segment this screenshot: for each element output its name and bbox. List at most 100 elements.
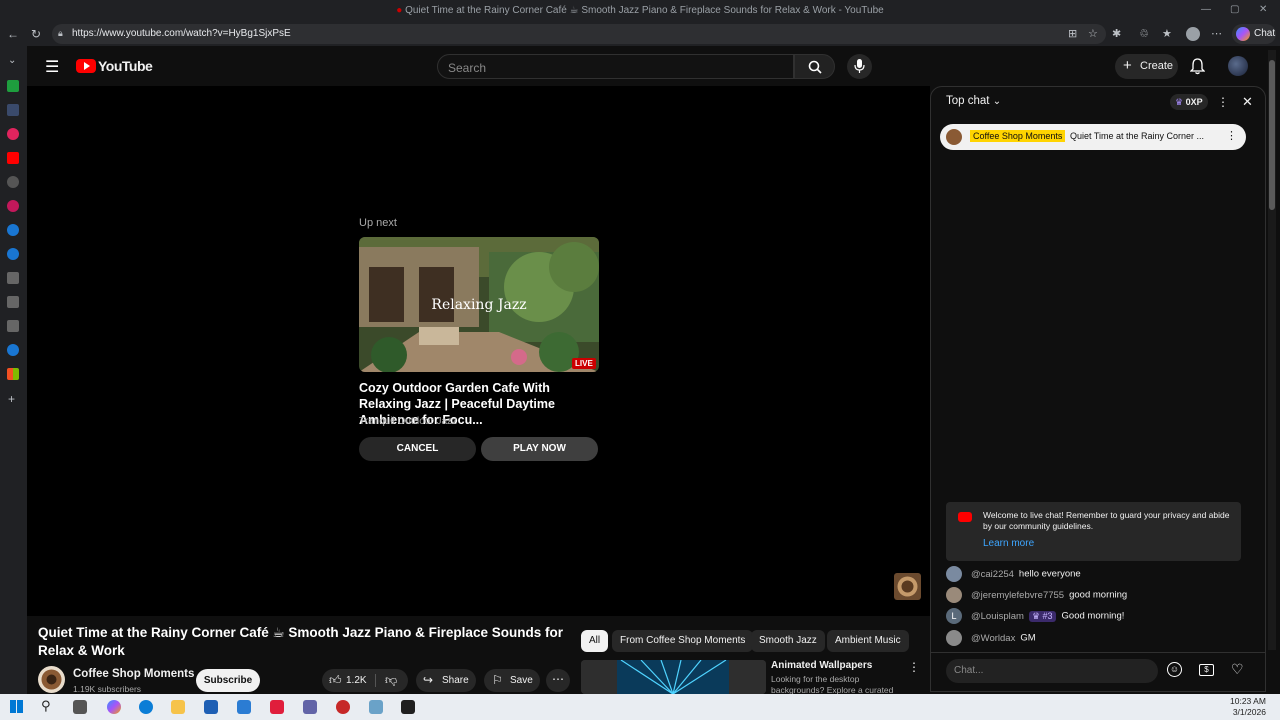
chat-more-icon[interactable]: ⋮ — [1217, 95, 1229, 109]
sidebar-app-icon[interactable] — [7, 104, 19, 116]
subscribe-button[interactable]: Subscribe — [196, 669, 260, 692]
copilot-chat-button[interactable]: Chat — [1232, 24, 1276, 44]
taskbar-app-icon[interactable] — [369, 700, 383, 714]
profile-avatar[interactable] — [1186, 27, 1200, 41]
sidebar-app-icon[interactable] — [7, 296, 19, 308]
chip-ambient-music[interactable]: Ambient Music — [827, 630, 909, 652]
maximize-icon[interactable]: ▢ — [1230, 4, 1239, 15]
subscriber-count: 1.19K subscribers — [73, 684, 142, 694]
user-avatar[interactable] — [1228, 56, 1248, 76]
windows-start-icon[interactable] — [10, 700, 23, 713]
refresh-icon[interactable]: ↻ — [31, 27, 41, 41]
chip-from-channel[interactable]: From Coffee Shop Moments — [612, 630, 754, 652]
chat-avatar — [946, 566, 962, 582]
scrollbar-thumb[interactable] — [1269, 60, 1275, 210]
super-chat-icon[interactable]: $ — [1199, 664, 1214, 676]
add-sidebar-app-icon[interactable]: + — [8, 392, 15, 406]
taskbar-app-icon[interactable] — [303, 700, 317, 714]
sidebar-app-icon[interactable] — [7, 80, 19, 92]
sidebar-app-icon[interactable] — [7, 200, 19, 212]
close-chat-icon[interactable]: ✕ — [1242, 94, 1253, 110]
search-button[interactable] — [794, 54, 835, 79]
close-window-icon[interactable]: ✕ — [1259, 4, 1267, 15]
favorites-icon[interactable]: ★ — [1162, 27, 1172, 40]
copilot-icon — [1236, 27, 1250, 41]
task-view-icon[interactable] — [73, 700, 87, 714]
more-vertical-icon[interactable]: ⋮ — [908, 660, 920, 674]
sidebar-app-icon[interactable] — [7, 128, 19, 140]
recommendation-thumbnail[interactable] — [581, 660, 766, 694]
sidebar-office-icon[interactable] — [7, 368, 19, 380]
edge-icon[interactable] — [139, 700, 153, 714]
pinned-more-icon[interactable]: ⋮ — [1226, 129, 1237, 142]
share-button[interactable]: ↪ Share — [416, 669, 476, 692]
sidebar-settings-icon[interactable] — [7, 176, 19, 188]
more-menu-icon[interactable]: ⋯ — [1211, 27, 1222, 40]
file-explorer-icon[interactable] — [171, 700, 185, 714]
emoji-icon[interactable]: ☺ — [1167, 662, 1182, 677]
crown-icon: ♛ — [1175, 97, 1184, 107]
chevron-down-icon[interactable]: ⌄ — [8, 55, 16, 66]
like-button[interactable]: 👍︎ 1.2K — [322, 669, 374, 692]
chat-button-label: Chat — [1254, 28, 1276, 39]
sidebar-app-icon[interactable] — [7, 224, 19, 236]
copilot-taskbar-icon[interactable] — [107, 700, 121, 714]
taskbar-app-icon[interactable] — [401, 700, 415, 714]
heart-icon[interactable]: ♡ — [1231, 661, 1244, 678]
up-next-thumbnail[interactable]: Relaxing Jazz — [359, 237, 599, 372]
youtube-play-icon — [76, 59, 96, 73]
chat-input[interactable]: Chat... — [946, 659, 1158, 683]
back-arrow-icon[interactable]: ← — [7, 27, 19, 41]
channel-avatar[interactable] — [38, 666, 65, 693]
sidebar-app-icon[interactable] — [7, 320, 19, 332]
app-available-icon[interactable]: ⊞ — [1068, 27, 1077, 40]
sidebar-app-icon[interactable] — [7, 272, 19, 284]
more-horizontal-icon: ⋯ — [552, 672, 564, 686]
outlook-icon[interactable] — [237, 700, 251, 714]
up-next-channel[interactable]: Tranquil Outdoor Jazz — [359, 416, 457, 427]
sidebar-app-icon[interactable] — [7, 344, 19, 356]
favorite-star-icon[interactable]: ☆ — [1088, 27, 1098, 40]
learn-more-link[interactable]: Learn more — [983, 538, 1034, 549]
minimize-icon[interactable]: — — [1201, 4, 1211, 15]
chat-message[interactable]: @cai2254 hello everyone — [946, 566, 1081, 582]
pinned-message[interactable]: Coffee Shop Moments Quiet Time at the Ra… — [940, 124, 1246, 150]
sidebar-app-icon[interactable] — [7, 248, 19, 260]
chip-smooth-jazz[interactable]: Smooth Jazz — [751, 630, 825, 652]
thumbs-down-icon[interactable]: 👎︎ — [385, 673, 397, 688]
pinned-text: Quiet Time at the Rainy Corner ... — [1070, 131, 1205, 141]
taskbar-app-icon[interactable] — [204, 700, 218, 714]
chat-message[interactable]: L @Louisplam ♛ #3 Good morning! — [946, 608, 1124, 624]
system-clock[interactable]: 10:23 AM 3/1/2026 — [1230, 696, 1266, 718]
voice-search-button[interactable] — [847, 54, 872, 79]
create-button[interactable]: + Create — [1115, 54, 1178, 79]
taskbar-app-icon[interactable] — [336, 700, 350, 714]
taskbar-search-icon[interactable]: ⚲ — [41, 698, 51, 714]
chat-mode-dropdown[interactable]: Top chat ⌄ — [946, 95, 1001, 107]
url-field[interactable]: 🔒︎ https://www.youtube.com/watch?v=HyBg1… — [52, 24, 1106, 44]
channel-watermark[interactable] — [894, 573, 921, 600]
recommendation-title[interactable]: Animated Wallpapers — [771, 660, 872, 671]
channel-name[interactable]: Coffee Shop Moments — [73, 668, 194, 680]
chat-input-placeholder: Chat... — [954, 665, 984, 676]
more-actions-button[interactable]: ⋯ — [546, 669, 570, 692]
hamburger-menu-icon[interactable]: ☰ — [45, 57, 59, 77]
recommendation-description: Looking for the desktop backgrounds? Exp… — [771, 674, 894, 694]
chat-author: @Worldax — [971, 632, 1016, 644]
chat-text: hello everyone — [1018, 568, 1081, 580]
chip-all[interactable]: All — [581, 630, 609, 652]
browser-essentials-icon[interactable]: ♲ — [1139, 27, 1149, 40]
sidebar-youtube-icon[interactable] — [7, 152, 19, 164]
play-now-button[interactable]: PLAY NOW — [481, 437, 598, 461]
lock-icon: 🔒︎ — [58, 28, 63, 38]
notifications-bell-icon[interactable] — [1190, 58, 1205, 75]
cancel-autoplay-button[interactable]: CANCEL — [359, 437, 476, 461]
taskbar-youtube-icon[interactable] — [270, 700, 284, 714]
extensions-icon[interactable]: ✱ — [1112, 27, 1121, 40]
search-input[interactable]: Search — [437, 54, 794, 79]
xp-badge[interactable]: ♛ 0XP — [1170, 94, 1208, 110]
chat-message[interactable]: @Worldax GM — [946, 630, 1036, 646]
plus-icon: + — [1123, 57, 1132, 74]
save-button[interactable]: ⚐ Save — [484, 669, 540, 692]
chat-message[interactable]: @jeremylefebvre7755 good morning — [946, 587, 1127, 603]
